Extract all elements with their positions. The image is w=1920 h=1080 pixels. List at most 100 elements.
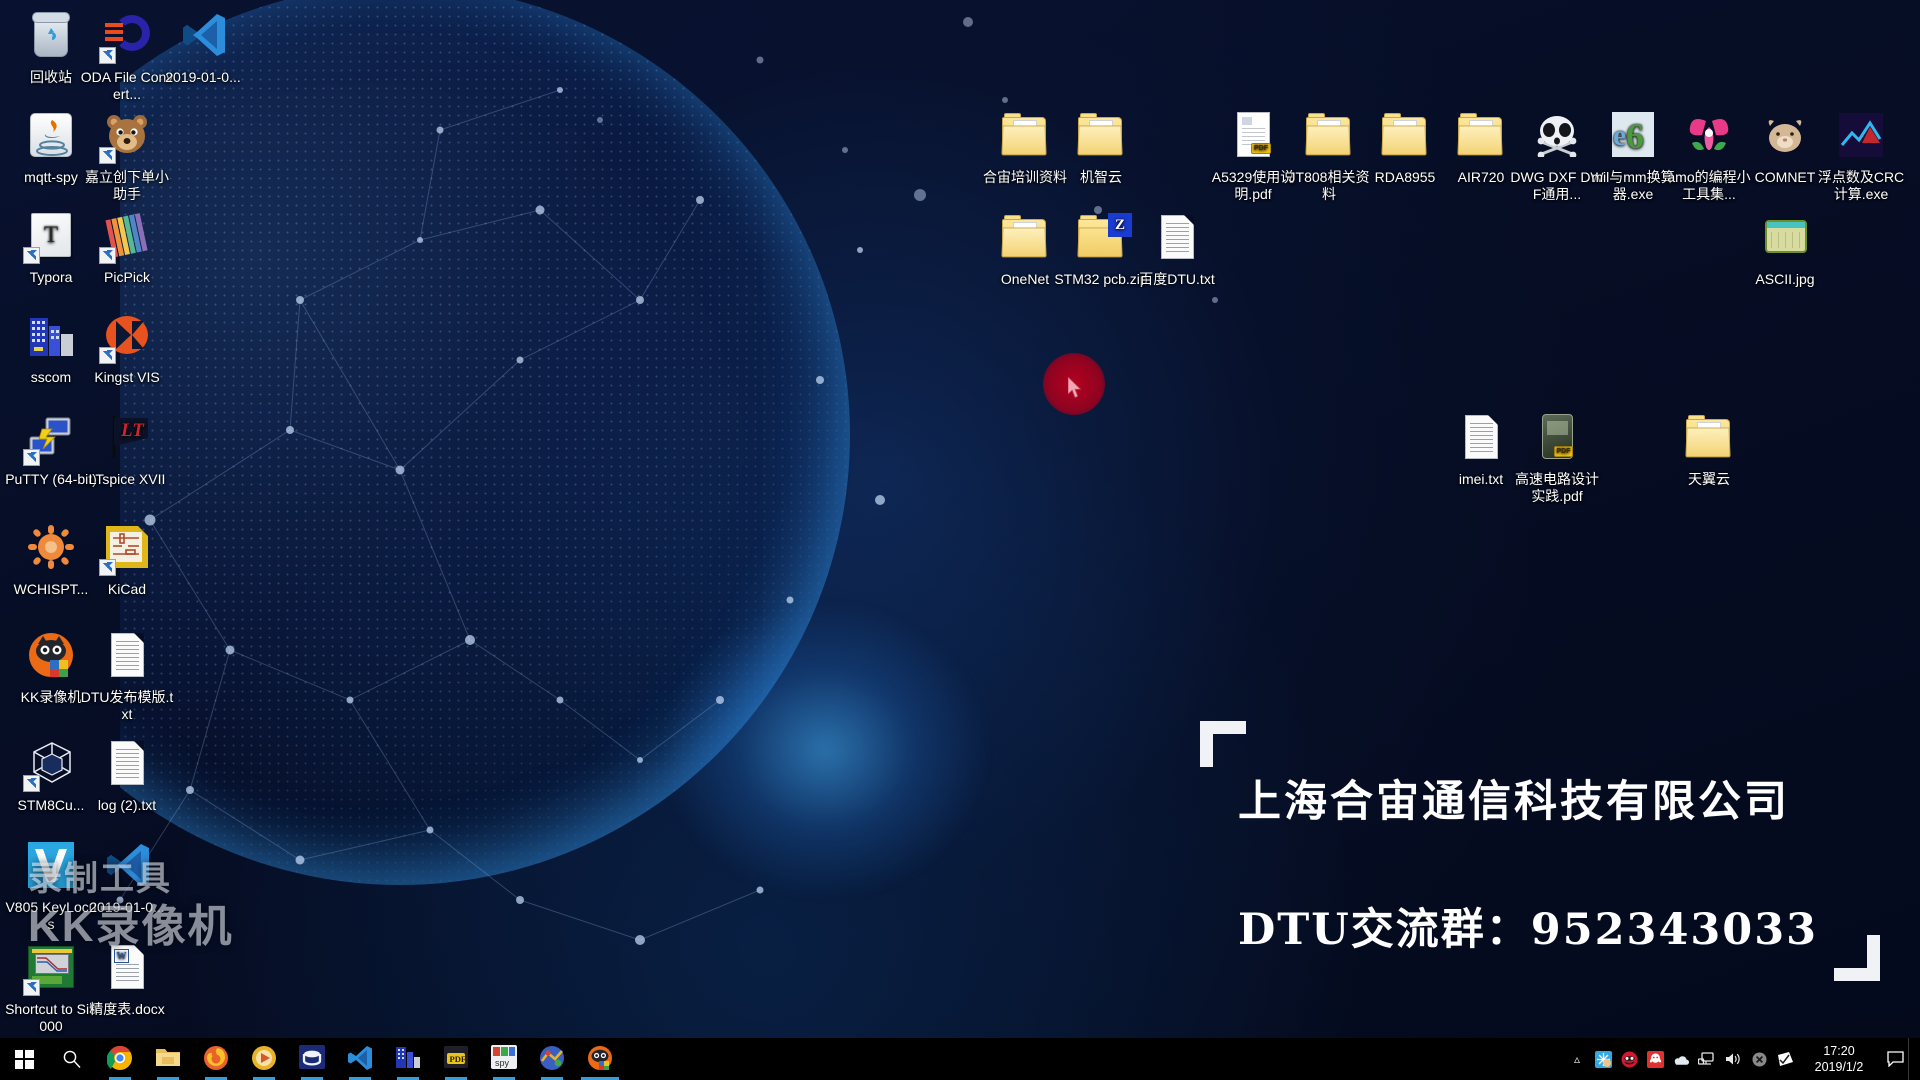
potplayer-taskbar-icon[interactable] <box>240 1038 288 1080</box>
tray-clipboard-icon[interactable] <box>1772 1038 1798 1080</box>
desktop-icon-label: PicPick <box>104 269 150 285</box>
tray-overflow-button[interactable]: ▵ <box>1564 1038 1590 1080</box>
desktop-icon[interactable]: Kingst VIS <box>80 308 174 386</box>
kicad-taskbar-icon[interactable] <box>528 1038 576 1080</box>
folder-icon <box>1077 113 1124 156</box>
desktop-icon-label: 2019-01-0... <box>165 69 241 85</box>
sscom-icon <box>23 308 79 364</box>
desktop-icon-label: KiCad <box>107 581 147 597</box>
tray-snowflake-icon[interactable] <box>1590 1038 1616 1080</box>
tray-qq-icon[interactable] <box>1642 1038 1668 1080</box>
show-desktop-button[interactable] <box>1908 1038 1916 1080</box>
comnet-icon <box>1757 108 1813 164</box>
amo-tools-icon <box>1689 119 1729 151</box>
desktop-icon[interactable]: 浮点数及CRC计算.exe <box>1814 108 1908 203</box>
kk-recorder-icon <box>29 633 73 677</box>
desktop-icon[interactable]: DTU发布模版.txt <box>80 628 174 723</box>
float-crc-calculator-icon <box>1839 113 1883 157</box>
tray-onedrive-icon[interactable] <box>1668 1038 1694 1080</box>
wchisptool-icon <box>28 525 74 569</box>
dwg-converter-skull-icon <box>1537 116 1577 157</box>
desktop-icon-label: 百度DTU.txt <box>1139 271 1215 287</box>
java-app-icon <box>30 113 72 157</box>
desktop-icon[interactable]: PicPick <box>80 208 174 286</box>
desktop-icon[interactable]: LT LTspice XVII <box>80 410 174 488</box>
taskbar[interactable]: PDF spy ▵ 17:20 2019/1/2 <box>0 1038 1920 1080</box>
desktop[interactable]: 回收站 ODA File Convert... 2019-01-0... mqtt-s… <box>0 0 1920 1080</box>
shortcut-overlay-icon <box>23 775 40 792</box>
folder-icon <box>997 210 1053 266</box>
sscom-taskbar-icon[interactable] <box>384 1038 432 1080</box>
folder-icon <box>1381 113 1428 156</box>
action-center-button[interactable] <box>1882 1038 1908 1080</box>
text-file-icon <box>99 736 155 792</box>
picpick-icon <box>99 208 155 264</box>
windows-logo-icon <box>14 1049 34 1069</box>
folder-icon <box>1457 113 1504 156</box>
dwg-converter-skull-icon <box>1529 108 1585 164</box>
v805-keyboard-icon <box>23 838 79 894</box>
google-chrome-taskbar-icon[interactable] <box>96 1038 144 1080</box>
tray-network-icon[interactable] <box>1694 1038 1720 1080</box>
tray-kk-recorder-icon[interactable] <box>1616 1038 1642 1080</box>
text-file-icon <box>1161 215 1194 259</box>
shortcut-overlay-icon <box>23 247 40 264</box>
folder-icon <box>1001 113 1048 156</box>
desktop-icon[interactable]: 天翼云 <box>1662 410 1756 488</box>
folder-icon <box>997 108 1053 164</box>
desktop-icon[interactable]: KiCad <box>80 520 174 598</box>
desktop-icon[interactable]: 机智云 <box>1054 108 1148 186</box>
system-tray[interactable]: ▵ 17:20 2019/1/2 <box>1564 1038 1920 1080</box>
folder-icon <box>1681 410 1737 466</box>
speech-bubble-icon <box>1886 1051 1904 1067</box>
mqtt-spy-taskbar-icon[interactable]: spy <box>480 1038 528 1080</box>
desktop-icon-label: 浮点数及CRC计算.exe <box>1817 169 1905 202</box>
folder-icon <box>1453 108 1509 164</box>
mouse-cursor-icon <box>1068 377 1082 399</box>
desktop-icon[interactable]: log (2).txt <box>80 736 174 814</box>
taskbar-clock[interactable]: 17:20 2019/1/2 <box>1798 1043 1882 1075</box>
desktop-icon[interactable]: PDF 高速电路设计实践.pdf <box>1510 410 1604 505</box>
mil-mm-converter-icon: e6 <box>1612 112 1654 157</box>
ltspice-icon: LT <box>99 410 155 466</box>
stm8cubemx-icon <box>23 736 79 792</box>
pdf-reader-taskbar-icon[interactable]: PDF <box>432 1038 480 1080</box>
desktop-icon-label: DTU发布模版.txt <box>80 689 174 722</box>
firefox-taskbar-icon[interactable] <box>192 1038 240 1080</box>
promo-company-name: 上海合宙通信科技有限公司 <box>1238 777 1790 827</box>
svg-text:6: 6 <box>1626 116 1644 156</box>
navicat-taskbar-icon[interactable] <box>288 1038 336 1080</box>
desktop-icon[interactable]: 嘉立创下单小助手 <box>80 108 174 203</box>
text-file-icon <box>1465 415 1498 459</box>
svg-text:e: e <box>1613 119 1626 152</box>
desktop-icon-label: 高速电路设计实践.pdf <box>1515 471 1599 504</box>
oda-file-converter-icon <box>99 8 155 64</box>
desktop-icon[interactable]: ASCII.jpg <box>1738 210 1832 288</box>
start-button[interactable] <box>0 1038 48 1080</box>
text-file-icon <box>1453 410 1509 466</box>
file-explorer-taskbar-icon[interactable] <box>144 1038 192 1080</box>
shortcut-overlay-icon <box>99 47 116 64</box>
clock-time: 17:20 <box>1823 1044 1855 1058</box>
visual-studio-code-icon <box>175 8 231 64</box>
tray-safely-remove-icon[interactable] <box>1746 1038 1772 1080</box>
kk-recorder-taskbar-icon[interactable] <box>576 1038 624 1080</box>
shortcut-overlay-icon <box>99 347 116 364</box>
desktop-icon[interactable]: 2019-01-0... <box>80 838 174 916</box>
visual-studio-code-taskbar-icon[interactable] <box>336 1038 384 1080</box>
promo-corner-bottom-right-icon <box>1834 935 1880 981</box>
svg-text:PDF: PDF <box>450 1054 467 1064</box>
amo-tools-icon <box>1681 108 1737 164</box>
desktop-icon[interactable]: 百度DTU.txt <box>1130 210 1224 288</box>
visual-studio-code-icon <box>99 838 155 894</box>
desktop-icon-label: 精度表.docx <box>89 1001 165 1017</box>
tray-volume-icon[interactable] <box>1720 1038 1746 1080</box>
taskbar-app-buttons[interactable]: PDF spy <box>96 1038 624 1080</box>
shortcut-overlay-icon <box>99 247 116 264</box>
search-button[interactable] <box>48 1038 96 1080</box>
desktop-icon[interactable]: W 精度表.docx <box>80 940 174 1018</box>
folder-icon <box>1305 113 1352 156</box>
text-file-icon <box>111 633 144 677</box>
desktop-icon[interactable]: 2019-01-0... <box>156 8 250 86</box>
pdf-file-icon: PDF <box>1529 410 1585 466</box>
